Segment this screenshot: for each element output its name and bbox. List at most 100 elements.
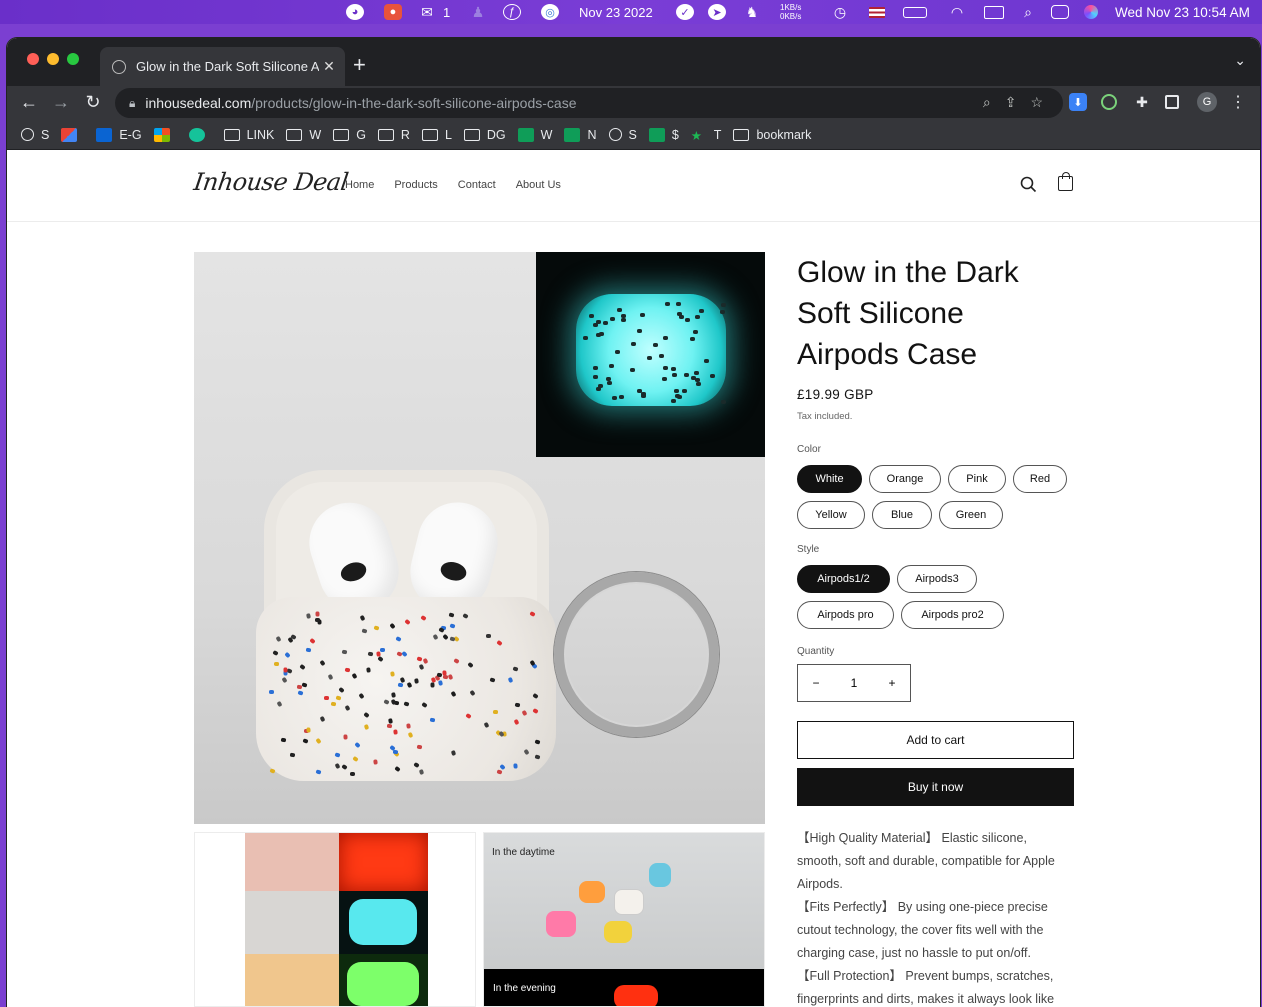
buy-it-now-button[interactable]: Buy it now [797,768,1074,806]
forward-button[interactable]: → [50,92,72,113]
confetti-speck [514,702,521,708]
keyboard-icon[interactable] [984,3,1004,21]
minimize-window-button[interactable] [47,53,59,65]
color-option-yellow[interactable]: Yellow [797,501,865,529]
tab-search-chevron-icon[interactable]: ⌄ [1234,52,1246,69]
bookmark-item[interactable] [61,127,84,142]
bookmark-item[interactable]: ★ T [691,128,722,143]
keyring-image [554,572,719,737]
bookmark-item[interactable]: bookmark [733,128,811,142]
compass-icon[interactable]: ➤ [708,3,726,21]
close-window-button[interactable] [27,53,39,65]
spotlight-search-icon[interactable]: ⌕ [1019,3,1037,21]
lock-icon[interactable]: 🔒︎ [129,96,135,111]
control-center-icon[interactable] [1051,3,1069,21]
thumbnail-2[interactable]: In the daytime In the evening [483,832,765,1007]
glow-speck [659,353,665,358]
reload-button[interactable]: ↻ [82,92,104,113]
new-tab-button[interactable]: + [353,52,366,78]
tab-active[interactable]: Glow in the Dark Soft Silicone Airpods C… [100,47,345,86]
messenger-icon[interactable]: ◎ [541,3,559,21]
download-extension-icon[interactable]: ⬇ [1069,93,1087,111]
color-option-green[interactable]: Green [939,501,1003,529]
macos-menu-bar: ◕ ● ✉ 1 ♟ ƒ ◎ Nov 23 2022 ✓ ➤ ♞ 1KB/s 0K… [0,0,1262,24]
cat-app-icon[interactable]: ◕ [346,3,364,21]
feather-icon[interactable]: ƒ [503,3,521,21]
confetti-speck [274,661,280,666]
bell-icon[interactable]: ♟ [469,3,487,21]
bookmark-item[interactable] [153,127,177,142]
bookmark-item[interactable]: E-G [96,127,142,142]
glow-speck [630,342,636,347]
bookmark-item[interactable]: S [21,128,49,142]
address-bar[interactable]: 🔒︎ inhousedeal.com/products/glow-in-the-… [115,88,1063,118]
zoom-icon[interactable]: ⌕ [983,94,991,111]
quantity-increase-button[interactable]: + [874,676,910,690]
bookmark-star-icon[interactable]: ☆ [1030,94,1043,111]
confetti-speck [513,763,518,769]
color-option-blue[interactable]: Blue [872,501,932,529]
siri-icon[interactable] [1084,3,1098,21]
nav-products[interactable]: Products [394,179,437,191]
side-panel-icon[interactable] [1165,95,1179,109]
cart-icon[interactable] [1058,172,1073,191]
bookmark-item[interactable]: W [517,127,552,142]
style-option-airpods1-2[interactable]: Airpods1/2 [797,565,890,593]
bookmark-item[interactable]: LINK [223,128,274,142]
style-option-airpods3[interactable]: Airpods3 [897,565,977,593]
bookmark-item[interactable]: N [564,127,597,142]
app-red-icon[interactable]: ● [384,3,402,21]
site-logo[interactable]: Inhouse Deal [192,168,350,196]
green-circle-extension-icon[interactable] [1101,94,1117,110]
confetti-speck [297,684,303,689]
bookmark-item[interactable]: DG [463,128,506,142]
cat-icon[interactable]: ♞ [743,3,761,21]
style-option-airpods-pro2[interactable]: Airpods pro2 [901,601,1004,629]
glow-speck [647,355,653,360]
color-option-orange[interactable]: Orange [869,465,941,493]
battery-icon[interactable] [903,3,927,21]
bookmark-item[interactable]: S [608,128,637,142]
wifi-icon[interactable]: ◠ [948,3,966,21]
quantity-input[interactable]: 1 [836,676,872,690]
bookmark-item[interactable]: $ [648,127,679,142]
confetti-speck [450,750,456,757]
time-machine-icon[interactable]: ◷ [831,3,849,21]
bookmark-item[interactable] [188,127,212,142]
color-option-red[interactable]: Red [1013,465,1067,493]
folder-icon [223,128,240,141]
quantity-decrease-button[interactable]: − [798,676,834,690]
extensions-puzzle-icon[interactable]: ✚ [1133,93,1151,111]
color-label: Color [797,444,821,455]
close-tab-icon[interactable]: ✕ [319,58,339,75]
chrome-menu-icon[interactable]: ⋮ [1229,93,1247,111]
color-option-white[interactable]: White [797,465,862,493]
product-description: 【High Quality Material】 Elastic silicone… [797,827,1074,1007]
wechat-icon[interactable]: ✉ [418,3,436,21]
add-to-cart-button[interactable]: Add to cart [797,721,1074,759]
bookmark-item[interactable]: L [421,128,452,142]
nav-contact[interactable]: Contact [458,179,496,191]
profile-avatar[interactable]: G [1197,92,1217,112]
bookmark-item[interactable]: W [286,128,321,142]
color-option-pink[interactable]: Pink [948,465,1006,493]
style-label: Style [797,544,820,555]
glow-speck [610,316,616,321]
browser-window: Glow in the Dark Soft Silicone Airpods C… [7,38,1260,1007]
blue-glow-thumb [339,891,428,954]
bookmark-item[interactable]: G [333,128,366,142]
product-main-image[interactable] [194,252,765,824]
nav-home[interactable]: Home [345,179,374,191]
orange-case-mini [579,881,605,903]
search-icon[interactable] [1020,176,1037,198]
bookmark-item[interactable]: R [377,128,410,142]
thumbnail-1[interactable] [194,832,476,1007]
share-icon[interactable]: ⇪ [1005,94,1017,111]
style-option-airpods-pro[interactable]: Airpods pro [797,601,894,629]
check-icon[interactable]: ✓ [676,3,694,21]
zoom-window-button[interactable] [67,53,79,65]
menubar-clock[interactable]: Wed Nov 23 10:54 AM [1115,3,1250,21]
back-button[interactable]: ← [18,92,40,113]
us-flag-icon[interactable] [869,3,885,21]
nav-about-us[interactable]: About Us [516,179,561,191]
